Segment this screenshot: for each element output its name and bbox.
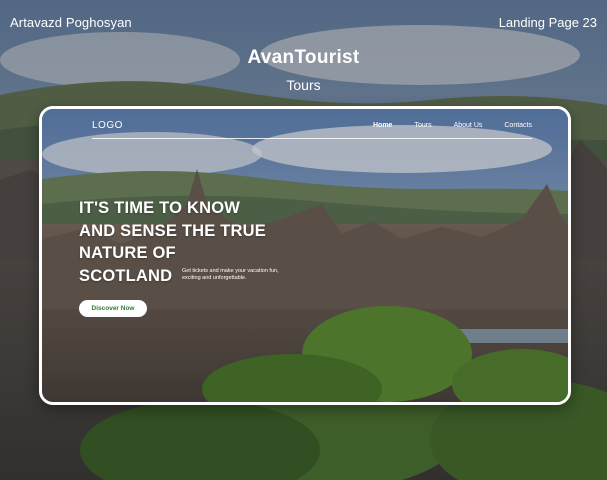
landing-preview-frame: LOGO Home Tours About Us Contacts IT'S T… bbox=[39, 106, 571, 405]
nav-divider bbox=[92, 138, 532, 139]
nav-about-us[interactable]: About Us bbox=[454, 122, 483, 129]
project-title: AvanTourist bbox=[247, 47, 360, 68]
page-label: Landing Page 23 bbox=[498, 15, 597, 30]
hero-description: Get tickets and make your vacation fun, … bbox=[182, 268, 279, 281]
nav-home[interactable]: Home bbox=[373, 122, 392, 129]
nav-tours[interactable]: Tours bbox=[414, 122, 431, 129]
preview-navbar: LOGO Home Tours About Us Contacts bbox=[42, 109, 568, 139]
discover-now-button[interactable]: Discover Now bbox=[79, 300, 147, 317]
project-subtitle: Tours bbox=[286, 77, 321, 93]
presenter-name: Artavazd Poghosyan bbox=[10, 15, 132, 30]
nav-links: Home Tours About Us Contacts bbox=[373, 122, 532, 129]
logo[interactable]: LOGO bbox=[92, 120, 123, 131]
nav-contacts[interactable]: Contacts bbox=[504, 122, 532, 129]
